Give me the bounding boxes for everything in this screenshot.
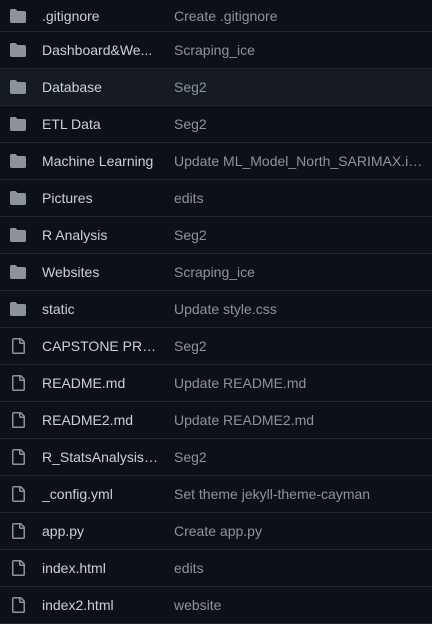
folder-icon [10, 153, 26, 169]
file-row[interactable]: Websites Scraping_ice [0, 254, 432, 291]
file-row[interactable]: Database Seg2 [0, 69, 432, 106]
folder-icon [10, 227, 26, 243]
file-list: .gitignore Create .gitignore Dashboard&We.… [0, 0, 432, 624]
commit-message-link[interactable]: Seg2 [174, 227, 207, 243]
commit-message-link[interactable]: Set theme jekyll-theme-cayman [174, 486, 370, 502]
file-name-link[interactable]: index2.html [42, 597, 114, 613]
folder-icon [10, 79, 26, 95]
commit-message-link[interactable]: Update ML_Model_North_SARIMAX.ip... [174, 153, 424, 169]
file-name-link[interactable]: _config.yml [42, 486, 113, 502]
file-row[interactable]: R Analysis Seg2 [0, 217, 432, 254]
file-row[interactable]: static Update style.css [0, 291, 432, 328]
commit-message-link[interactable]: Create app.py [174, 523, 262, 539]
file-row[interactable]: Pictures edits [0, 180, 432, 217]
file-row[interactable]: Machine Learning Update ML_Model_North_SA… [0, 143, 432, 180]
folder-icon [10, 264, 26, 280]
file-name-link[interactable]: Websites [42, 264, 99, 280]
file-name-link[interactable]: index.html [42, 560, 106, 576]
folder-icon [10, 190, 26, 206]
commit-message-link[interactable]: Seg2 [174, 116, 207, 132]
file-row[interactable]: README2.md Update README2.md [0, 402, 432, 439]
file-row[interactable]: index2.html website [0, 587, 432, 624]
file-name-link[interactable]: Dashboard&We... [42, 42, 152, 58]
file-name-link[interactable]: app.py [42, 523, 84, 539]
file-name-link[interactable]: Machine Learning [42, 153, 153, 169]
folder-icon [10, 116, 26, 132]
commit-message-link[interactable]: Seg2 [174, 338, 207, 354]
file-row[interactable]: index.html edits [0, 550, 432, 587]
file-icon [10, 338, 26, 354]
commit-message-link[interactable]: edits [174, 190, 204, 206]
commit-message-link[interactable]: Update README2.md [174, 412, 314, 428]
commit-message-link[interactable]: website [174, 597, 221, 613]
file-icon [10, 597, 26, 613]
commit-message-link[interactable]: Scraping_ice [174, 42, 255, 58]
commit-message-link[interactable]: Seg2 [174, 79, 207, 95]
file-row[interactable]: Dashboard&We... Scraping_ice [0, 32, 432, 69]
commit-message-link[interactable]: Update README.md [174, 375, 306, 391]
file-row[interactable]: ETL Data Seg2 [0, 106, 432, 143]
file-name-link[interactable]: README2.md [42, 412, 133, 428]
commit-message-link[interactable]: edits [174, 560, 204, 576]
file-row[interactable]: .gitignore Create .gitignore [0, 0, 432, 32]
file-name-link[interactable]: CAPSTONE PROJ... [42, 338, 160, 354]
file-name-link[interactable]: .gitignore [42, 8, 100, 24]
commit-message-link[interactable]: Create .gitignore [174, 8, 278, 24]
folder-icon [10, 42, 26, 58]
file-name-link[interactable]: R Analysis [42, 227, 107, 243]
folder-icon [10, 301, 26, 317]
commit-message-link[interactable]: Update style.css [174, 301, 277, 317]
file-icon [10, 523, 26, 539]
file-icon [10, 560, 26, 576]
file-row[interactable]: R_StatsAnalysis o... Seg2 [0, 439, 432, 476]
file-icon [10, 375, 26, 391]
file-icon [10, 412, 26, 428]
folder-icon [10, 8, 26, 24]
file-row[interactable]: README.md Update README.md [0, 365, 432, 402]
commit-message-link[interactable]: Seg2 [174, 449, 207, 465]
file-icon [10, 486, 26, 502]
file-row[interactable]: _config.yml Set theme jekyll-theme-cayman [0, 476, 432, 513]
file-name-link[interactable]: Database [42, 79, 102, 95]
file-name-link[interactable]: static [42, 301, 75, 317]
file-name-link[interactable]: README.md [42, 375, 125, 391]
commit-message-link[interactable]: Scraping_ice [174, 264, 255, 280]
file-name-link[interactable]: ETL Data [42, 116, 101, 132]
file-icon [10, 449, 26, 465]
file-name-link[interactable]: Pictures [42, 190, 93, 206]
file-name-link[interactable]: R_StatsAnalysis o... [42, 449, 160, 465]
file-row[interactable]: app.py Create app.py [0, 513, 432, 550]
file-row[interactable]: CAPSTONE PROJ... Seg2 [0, 328, 432, 365]
